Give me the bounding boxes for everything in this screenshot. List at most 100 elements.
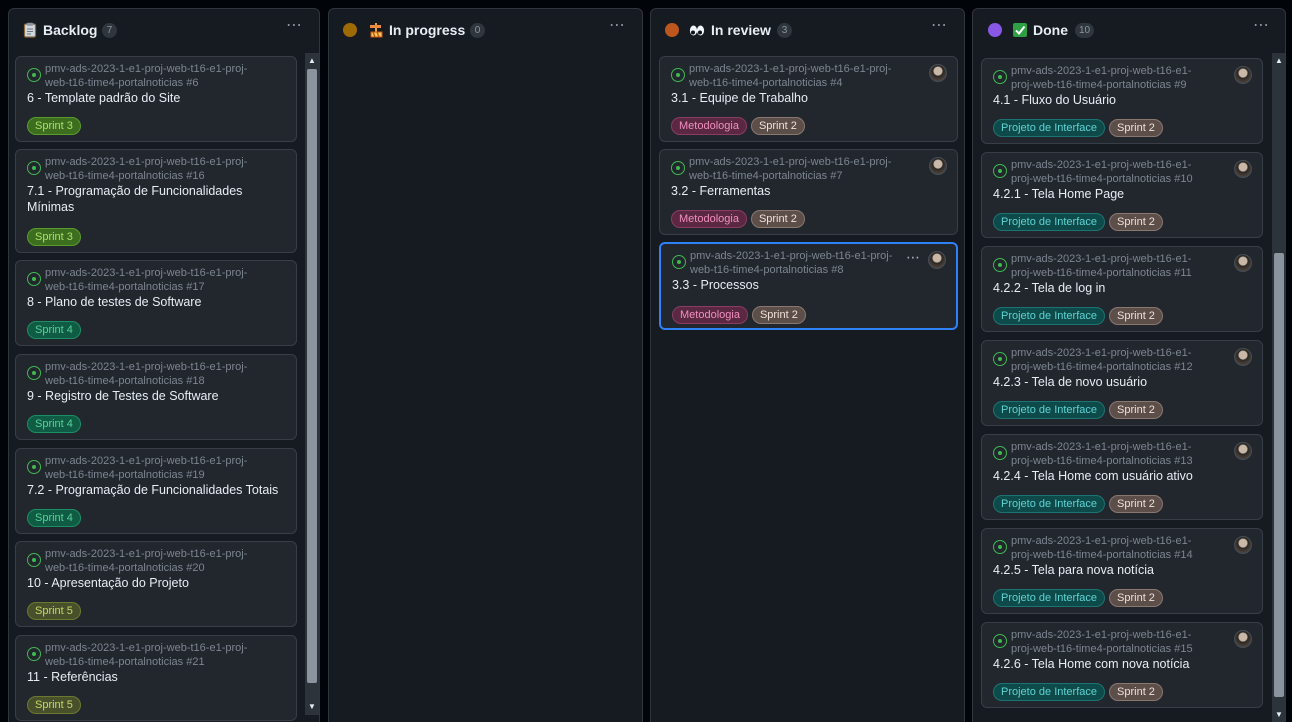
assignee-avatar[interactable] <box>1234 348 1252 366</box>
issue-card[interactable]: pmv-ads-2023-1-e1-proj-web-t16-e1-proj-w… <box>981 152 1263 238</box>
issue-card[interactable]: pmv-ads-2023-1-e1-proj-web-t16-e1-proj-w… <box>981 340 1263 426</box>
assignee-avatar[interactable] <box>1234 536 1252 554</box>
assignee-avatar[interactable] <box>1234 442 1252 460</box>
issue-repository[interactable]: pmv-ads-2023-1-e1-proj-web-t16-e1-proj-w… <box>45 641 247 669</box>
label-sprint-2[interactable]: Sprint 2 <box>1109 307 1163 325</box>
issue-repository[interactable]: pmv-ads-2023-1-e1-proj-web-t16-e1-proj-w… <box>1011 440 1193 468</box>
issue-card[interactable]: pmv-ads-2023-1-e1-proj-web-t16-e1-proj-w… <box>981 622 1263 708</box>
label-projeto-de-interface[interactable]: Projeto de Interface <box>993 683 1106 701</box>
scrollbar[interactable]: ▲ ▼ <box>305 53 319 715</box>
label-sprint-4[interactable]: Sprint 4 <box>27 321 81 339</box>
label-sprint-2[interactable]: Sprint 2 <box>1109 119 1163 137</box>
issue-title[interactable]: 3.2 - Ferramentas <box>671 183 946 199</box>
scroll-up-arrow[interactable]: ▲ <box>1272 55 1285 67</box>
issue-repository[interactable]: pmv-ads-2023-1-e1-proj-web-t16-e1-proj-w… <box>45 62 247 90</box>
scroll-thumb[interactable] <box>1274 253 1284 697</box>
issue-repository[interactable]: pmv-ads-2023-1-e1-proj-web-t16-e1-proj-w… <box>1011 64 1191 92</box>
label-sprint-5[interactable]: Sprint 5 <box>27 602 81 620</box>
issue-card[interactable]: pmv-ads-2023-1-e1-proj-web-t16-e1-proj-w… <box>15 354 297 440</box>
issue-title[interactable]: 4.2.4 - Tela Home com usuário ativo <box>993 468 1251 484</box>
issue-repository[interactable]: pmv-ads-2023-1-e1-proj-web-t16-e1-proj-w… <box>1011 158 1193 186</box>
label-sprint-2[interactable]: Sprint 2 <box>750 117 805 135</box>
scrollbar[interactable]: ▲ ▼ <box>1272 53 1285 722</box>
issue-repository[interactable]: pmv-ads-2023-1-e1-proj-web-t16-e1-proj-w… <box>1011 534 1193 562</box>
issue-title[interactable]: 3.3 - Processos <box>672 277 947 293</box>
issue-card[interactable]: pmv-ads-2023-1-e1-proj-web-t16-e1-proj-w… <box>659 56 958 142</box>
issue-repository[interactable]: pmv-ads-2023-1-e1-proj-web-t16-e1-proj-w… <box>689 155 891 183</box>
issue-card[interactable]: pmv-ads-2023-1-e1-proj-web-t16-e1-proj-w… <box>15 56 297 142</box>
label-projeto-de-interface[interactable]: Projeto de Interface <box>993 307 1106 325</box>
label-sprint-3[interactable]: Sprint 3 <box>27 117 81 135</box>
issue-title[interactable]: 10 - Apresentação do Projeto <box>27 575 285 591</box>
issue-card[interactable]: pmv-ads-2023-1-e1-proj-web-t16-e1-proj-w… <box>659 149 958 235</box>
label-projeto-de-interface[interactable]: Projeto de Interface <box>993 495 1106 513</box>
assignee-avatar[interactable] <box>1234 254 1252 272</box>
issue-card[interactable]: pmv-ads-2023-1-e1-proj-web-t16-e1-proj-w… <box>659 242 958 330</box>
assignee-avatar[interactable] <box>928 251 946 269</box>
issue-repository[interactable]: pmv-ads-2023-1-e1-proj-web-t16-e1-proj-w… <box>45 454 247 482</box>
issue-title[interactable]: 4.1 - Fluxo do Usuário <box>993 92 1251 108</box>
label-projeto-de-interface[interactable]: Projeto de Interface <box>993 401 1106 419</box>
issue-title[interactable]: 4.2.5 - Tela para nova notícia <box>993 562 1251 578</box>
issue-repository[interactable]: pmv-ads-2023-1-e1-proj-web-t16-e1-proj-w… <box>45 155 247 183</box>
label-sprint-2[interactable]: Sprint 2 <box>1109 401 1163 419</box>
assignee-avatar[interactable] <box>1234 630 1252 648</box>
issue-card[interactable]: pmv-ads-2023-1-e1-proj-web-t16-e1-proj-w… <box>981 528 1263 614</box>
issue-card[interactable]: pmv-ads-2023-1-e1-proj-web-t16-e1-proj-w… <box>15 149 297 253</box>
issue-card[interactable]: pmv-ads-2023-1-e1-proj-web-t16-e1-proj-w… <box>15 541 297 627</box>
issue-title[interactable]: 8 - Plano de testes de Software <box>27 294 285 310</box>
issue-title[interactable]: 7.1 - Programação de Funcionalidades Mín… <box>27 183 285 215</box>
issue-card[interactable]: pmv-ads-2023-1-e1-proj-web-t16-e1-proj-w… <box>981 58 1263 144</box>
issue-title[interactable]: 4.2.3 - Tela de novo usuário <box>993 374 1251 390</box>
issue-repository[interactable]: pmv-ads-2023-1-e1-proj-web-t16-e1-proj-w… <box>45 360 247 388</box>
label-sprint-2[interactable]: Sprint 2 <box>1109 683 1163 701</box>
column-menu-button[interactable]: ⋯ <box>931 18 947 34</box>
label-projeto-de-interface[interactable]: Projeto de Interface <box>993 589 1106 607</box>
label-metodologia[interactable]: Metodologia <box>672 306 748 324</box>
scroll-thumb[interactable] <box>307 69 317 683</box>
issue-repository[interactable]: pmv-ads-2023-1-e1-proj-web-t16-e1-proj-w… <box>689 62 891 90</box>
label-sprint-4[interactable]: Sprint 4 <box>27 415 81 433</box>
issue-card[interactable]: pmv-ads-2023-1-e1-proj-web-t16-e1-proj-w… <box>15 448 297 534</box>
issue-repository[interactable]: pmv-ads-2023-1-e1-proj-web-t16-e1-proj-w… <box>1011 252 1192 280</box>
label-sprint-5[interactable]: Sprint 5 <box>27 696 81 714</box>
label-sprint-3[interactable]: Sprint 3 <box>27 228 81 246</box>
issue-title[interactable]: 11 - Referências <box>27 669 285 685</box>
label-sprint-2[interactable]: Sprint 2 <box>751 306 806 324</box>
assignee-avatar[interactable] <box>1234 66 1252 84</box>
issue-repository[interactable]: pmv-ads-2023-1-e1-proj-web-t16-e1-proj-w… <box>45 266 247 294</box>
column-menu-button[interactable]: ⋯ <box>1253 18 1269 34</box>
issue-title[interactable]: 4.2.2 - Tela de log in <box>993 280 1251 296</box>
assignee-avatar[interactable] <box>1234 160 1252 178</box>
label-metodologia[interactable]: Metodologia <box>671 210 747 228</box>
issue-title[interactable]: 4.2.6 - Tela Home com nova notícia <box>993 656 1251 672</box>
column-menu-button[interactable]: ⋯ <box>286 18 302 34</box>
issue-title[interactable]: 4.2.1 - Tela Home Page <box>993 186 1251 202</box>
label-sprint-4[interactable]: Sprint 4 <box>27 509 81 527</box>
scroll-down-arrow[interactable]: ▼ <box>1272 709 1285 721</box>
label-sprint-2[interactable]: Sprint 2 <box>1109 495 1163 513</box>
issue-repository[interactable]: pmv-ads-2023-1-e1-proj-web-t16-e1-proj-w… <box>690 249 892 277</box>
issue-repository[interactable]: pmv-ads-2023-1-e1-proj-web-t16-e1-proj-w… <box>45 547 247 575</box>
issue-title[interactable]: 3.1 - Equipe de Trabalho <box>671 90 946 106</box>
issue-title[interactable]: 7.2 - Programação de Funcionalidades Tot… <box>27 482 285 498</box>
column-menu-button[interactable]: ⋯ <box>609 18 625 34</box>
label-projeto-de-interface[interactable]: Projeto de Interface <box>993 213 1106 231</box>
label-metodologia[interactable]: Metodologia <box>671 117 747 135</box>
assignee-avatar[interactable] <box>929 64 947 82</box>
issue-title[interactable]: 9 - Registro de Testes de Software <box>27 388 285 404</box>
issue-card[interactable]: pmv-ads-2023-1-e1-proj-web-t16-e1-proj-w… <box>981 246 1263 332</box>
issue-card[interactable]: pmv-ads-2023-1-e1-proj-web-t16-e1-proj-w… <box>15 635 297 721</box>
label-projeto-de-interface[interactable]: Projeto de Interface <box>993 119 1106 137</box>
issue-title[interactable]: 6 - Template padrão do Site <box>27 90 285 106</box>
label-sprint-2[interactable]: Sprint 2 <box>1109 589 1163 607</box>
issue-repository[interactable]: pmv-ads-2023-1-e1-proj-web-t16-e1-proj-w… <box>1011 346 1193 374</box>
assignee-avatar[interactable] <box>929 157 947 175</box>
issue-card[interactable]: pmv-ads-2023-1-e1-proj-web-t16-e1-proj-w… <box>15 260 297 346</box>
scroll-down-arrow[interactable]: ▼ <box>305 701 319 713</box>
label-sprint-2[interactable]: Sprint 2 <box>1109 213 1163 231</box>
card-menu-button[interactable]: ⋯ <box>906 250 920 264</box>
issue-repository[interactable]: pmv-ads-2023-1-e1-proj-web-t16-e1-proj-w… <box>1011 628 1193 656</box>
scroll-up-arrow[interactable]: ▲ <box>305 55 319 67</box>
issue-card[interactable]: pmv-ads-2023-1-e1-proj-web-t16-e1-proj-w… <box>981 434 1263 520</box>
